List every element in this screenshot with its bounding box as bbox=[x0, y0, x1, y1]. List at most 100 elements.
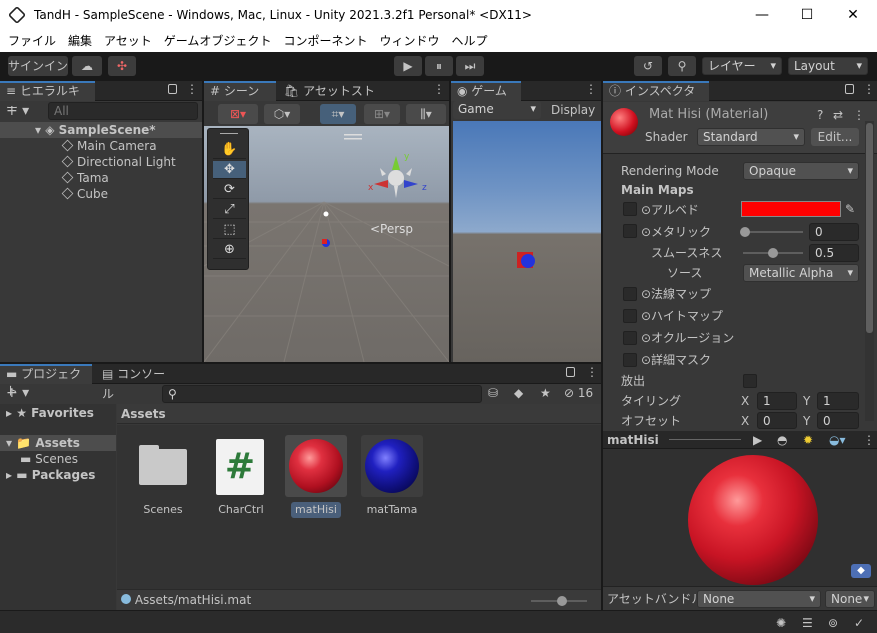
list-item[interactable]: Tama bbox=[61, 170, 109, 186]
smoothness-input[interactable]: 0.5 bbox=[809, 244, 859, 262]
check-icon[interactable]: ✓ bbox=[854, 615, 864, 631]
more-icon[interactable]: ⋮ bbox=[853, 107, 865, 123]
offset-x-input[interactable]: 0 bbox=[757, 412, 797, 429]
pause-button[interactable]: ⏸ bbox=[425, 56, 453, 76]
texture-slot[interactable] bbox=[623, 353, 637, 367]
light-icon[interactable] bbox=[323, 211, 329, 217]
type-filter-icon[interactable]: ⛁ bbox=[488, 385, 498, 401]
layers-icon[interactable]: ☰ bbox=[802, 615, 813, 631]
emission-checkbox[interactable] bbox=[743, 374, 757, 388]
add-button[interactable]: + ▾ bbox=[6, 103, 29, 119]
lock-icon[interactable] bbox=[168, 84, 177, 94]
lock-icon[interactable] bbox=[566, 367, 575, 377]
asset-bundle-variant-dropdown[interactable]: None bbox=[825, 590, 875, 608]
menu-file[interactable]: ファイル bbox=[0, 32, 62, 50]
help-icon[interactable]: ? bbox=[817, 107, 823, 123]
menu-component[interactable]: コンポーネント bbox=[277, 32, 373, 50]
rect-tool-icon[interactable]: ⬚ bbox=[213, 221, 246, 239]
asset-bundle-dropdown[interactable]: None bbox=[697, 590, 821, 608]
favorite-star-icon[interactable]: ★ bbox=[540, 385, 551, 401]
orientation-gizmo-icon[interactable] bbox=[374, 156, 418, 198]
layers-dropdown[interactable]: レイヤー bbox=[702, 57, 782, 75]
texture-slot[interactable] bbox=[623, 331, 637, 345]
more-icon[interactable]: ⋮ bbox=[586, 365, 598, 379]
add-button[interactable]: + ▾ bbox=[6, 385, 29, 401]
scale-tool-icon[interactable]: ⤢ bbox=[213, 201, 246, 219]
texture-slot[interactable] bbox=[623, 287, 637, 301]
signin-button[interactable]: サインイン bbox=[8, 56, 68, 76]
game-viewport[interactable] bbox=[453, 121, 601, 362]
tab-inspector[interactable]: ⓘ インスペクター bbox=[603, 81, 709, 115]
asset-item[interactable]: matTama bbox=[361, 435, 423, 516]
menu-window[interactable]: ウィンドウ bbox=[373, 32, 445, 50]
inspector-scrollbar[interactable] bbox=[865, 121, 874, 421]
asset-item[interactable]: # CharCtrl bbox=[211, 435, 271, 516]
bug-icon[interactable]: ✺ bbox=[776, 615, 786, 631]
tab-hierarchy[interactable]: ≡ ヒエラルキー bbox=[0, 81, 95, 115]
list-item[interactable]: Main Camera bbox=[61, 138, 157, 154]
more-icon[interactable]: ⋮ bbox=[585, 82, 597, 96]
preview-light-icon[interactable]: ✹ bbox=[803, 432, 813, 448]
gizmo-button[interactable]: ⫼▾ bbox=[406, 104, 446, 124]
preview-sphere-icon[interactable]: ◒▾ bbox=[829, 432, 846, 448]
shader-dropdown[interactable]: Standard bbox=[697, 128, 805, 146]
hand-tool-icon[interactable]: ✋ bbox=[213, 141, 246, 159]
draw-mode-button[interactable]: ⊠▾ bbox=[218, 104, 258, 124]
tab-asset-store[interactable]: 🛍 アセットストア bbox=[278, 81, 388, 118]
menu-help[interactable]: ヘルプ bbox=[445, 32, 493, 50]
tiling-y-input[interactable]: 1 bbox=[817, 392, 859, 410]
cube-object[interactable] bbox=[322, 239, 327, 244]
texture-slot[interactable] bbox=[623, 202, 637, 216]
tab-game[interactable]: ◉ ゲーム bbox=[451, 81, 521, 101]
list-item[interactable]: Cube bbox=[61, 186, 108, 202]
smoothness-slider-knob[interactable] bbox=[768, 248, 778, 258]
list-item[interactable]: Directional Light bbox=[61, 154, 176, 170]
eyedropper-icon[interactable]: ✎ bbox=[845, 201, 855, 217]
favorites-item[interactable]: ▸ ★ Favorites bbox=[6, 405, 94, 421]
edit-shader-button[interactable]: Edit... bbox=[811, 128, 859, 146]
preset-icon[interactable]: ⇄ bbox=[833, 107, 843, 123]
progress-icon[interactable]: ⊚ bbox=[828, 615, 838, 631]
close-button[interactable]: ✕ bbox=[838, 4, 868, 26]
search-icon[interactable]: ⚲ bbox=[668, 56, 696, 76]
persp-label[interactable]: <Persp bbox=[370, 222, 413, 236]
rotate-tool-icon[interactable]: ⟳ bbox=[213, 181, 246, 199]
game-mode-dropdown[interactable]: Game bbox=[453, 101, 541, 119]
layout-dropdown[interactable]: Layout bbox=[788, 57, 868, 75]
preview-sphere[interactable] bbox=[688, 455, 818, 585]
project-search-input[interactable]: ⚲ bbox=[162, 385, 482, 403]
packages-item[interactable]: ▸ ▬ Packages bbox=[6, 467, 95, 483]
assets-folder-item[interactable]: ▾ 📁 Assets bbox=[0, 435, 116, 451]
scene-row[interactable]: ▾ ◈ SampleScene* bbox=[0, 122, 202, 138]
asset-item[interactable]: matHisi bbox=[285, 435, 347, 518]
scene-viewport[interactable]: y x z <Persp ✋ ✥ ⟳ ⤢ ⬚ ⊕ bbox=[204, 126, 449, 362]
icon-size-knob[interactable] bbox=[557, 596, 567, 606]
texture-slot[interactable] bbox=[623, 224, 637, 238]
asset-item[interactable]: Scenes bbox=[135, 435, 195, 516]
source-dropdown[interactable]: Metallic Alpha bbox=[743, 264, 859, 282]
tab-scene[interactable]: # シーン bbox=[204, 81, 276, 101]
increment-snap-button[interactable]: ⊞▾ bbox=[364, 104, 400, 124]
more-icon[interactable]: ⋮ bbox=[186, 82, 198, 96]
maximize-button[interactable]: ☐ bbox=[792, 4, 822, 26]
menu-gameobject[interactable]: ゲームオブジェクト bbox=[158, 32, 278, 50]
metallic-slider-knob[interactable] bbox=[740, 227, 750, 237]
render-mode-button[interactable]: ⬡▾ bbox=[264, 104, 300, 124]
play-preview-icon[interactable]: ▶ bbox=[753, 432, 762, 448]
hierarchy-search-input[interactable]: All bbox=[48, 102, 198, 120]
minimize-button[interactable]: — bbox=[747, 4, 777, 26]
offset-y-input[interactable]: 0 bbox=[817, 412, 859, 429]
more-icon[interactable]: ⋮ bbox=[863, 432, 875, 448]
metallic-input[interactable]: 0 bbox=[809, 223, 859, 241]
play-button[interactable]: ▶ bbox=[394, 56, 422, 76]
grid-snap-button[interactable]: ⌗▾ bbox=[320, 104, 356, 124]
label-filter-icon[interactable]: ◆ bbox=[514, 385, 523, 401]
more-icon[interactable]: ⋮ bbox=[433, 82, 445, 96]
move-tool-icon[interactable]: ✥ bbox=[213, 161, 246, 179]
preview-mesh-icon[interactable]: ◓ bbox=[777, 432, 787, 448]
more-icon[interactable]: ⋮ bbox=[863, 82, 875, 96]
history-icon[interactable]: ↺ bbox=[634, 56, 662, 76]
rendering-mode-dropdown[interactable]: Opaque bbox=[743, 162, 859, 180]
display-dropdown[interactable]: Display bbox=[551, 102, 595, 118]
metallic-slider[interactable] bbox=[743, 231, 803, 233]
